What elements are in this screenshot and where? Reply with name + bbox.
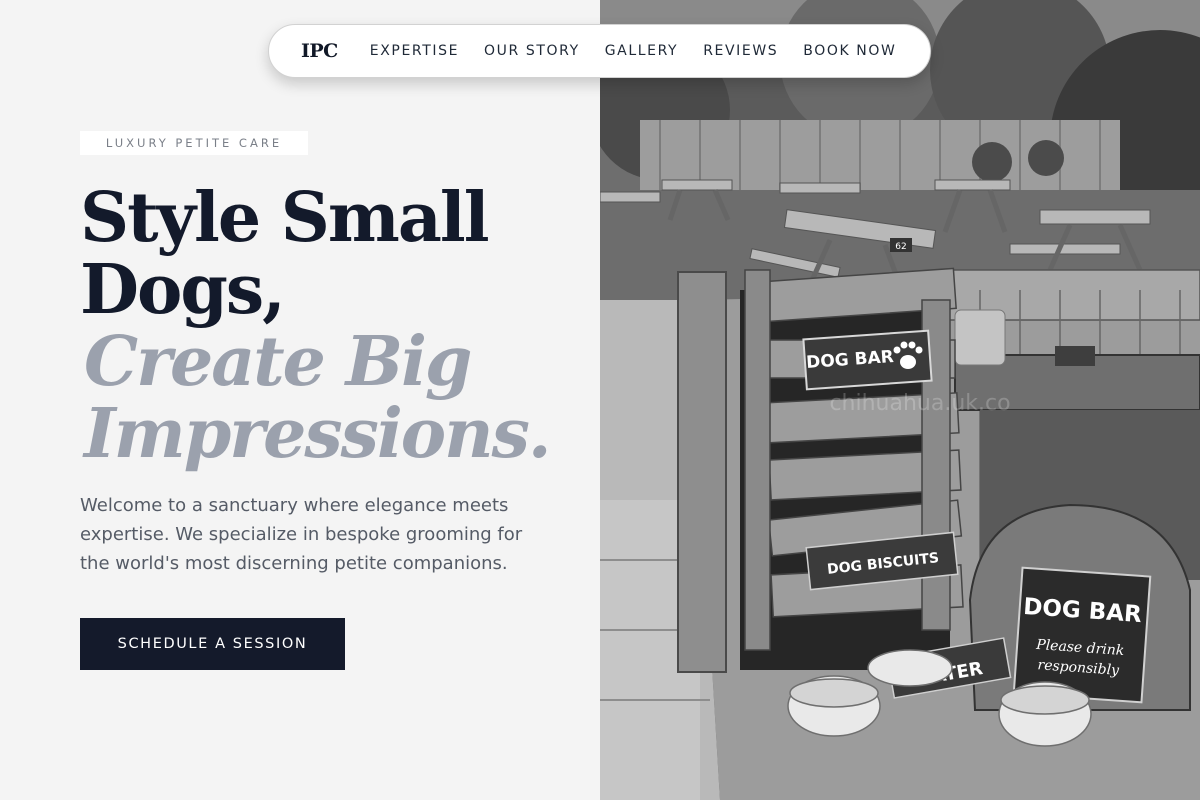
nav-link-our-story[interactable]: OUR STORY <box>484 43 580 59</box>
accent-headline-line-2: Impressions. <box>84 394 552 474</box>
nav-link-gallery[interactable]: GALLERY <box>605 43 678 59</box>
schedule-session-button[interactable]: SCHEDULE A SESSION <box>80 618 345 670</box>
nav-link-book-now[interactable]: BOOK NOW <box>803 43 896 59</box>
intro-paragraph: Welcome to a sanctuary where elegance me… <box>80 495 523 574</box>
eyebrow-tag: LUXURY PETITE CARE <box>80 131 308 155</box>
nav-link-reviews[interactable]: REVIEWS <box>703 43 778 59</box>
hero-photo: 62 DOG BAR DOG BISCUITS DOG BAR Please d… <box>600 0 1200 800</box>
svg-text:chihuahua.uk.co: chihuahua.uk.co <box>829 391 1010 416</box>
nav-link-expertise[interactable]: EXPERTISE <box>370 43 459 59</box>
logo[interactable]: IPC <box>301 40 338 62</box>
headline-line-2: Dogs, <box>80 250 286 330</box>
accent-headline-line-1: Create Big <box>84 322 472 402</box>
headline-line-1: Style Small <box>80 178 490 258</box>
top-nav: IPC EXPERTISE OUR STORY GALLERY REVIEWS … <box>268 24 931 78</box>
table-number-tag: 62 <box>895 242 906 252</box>
